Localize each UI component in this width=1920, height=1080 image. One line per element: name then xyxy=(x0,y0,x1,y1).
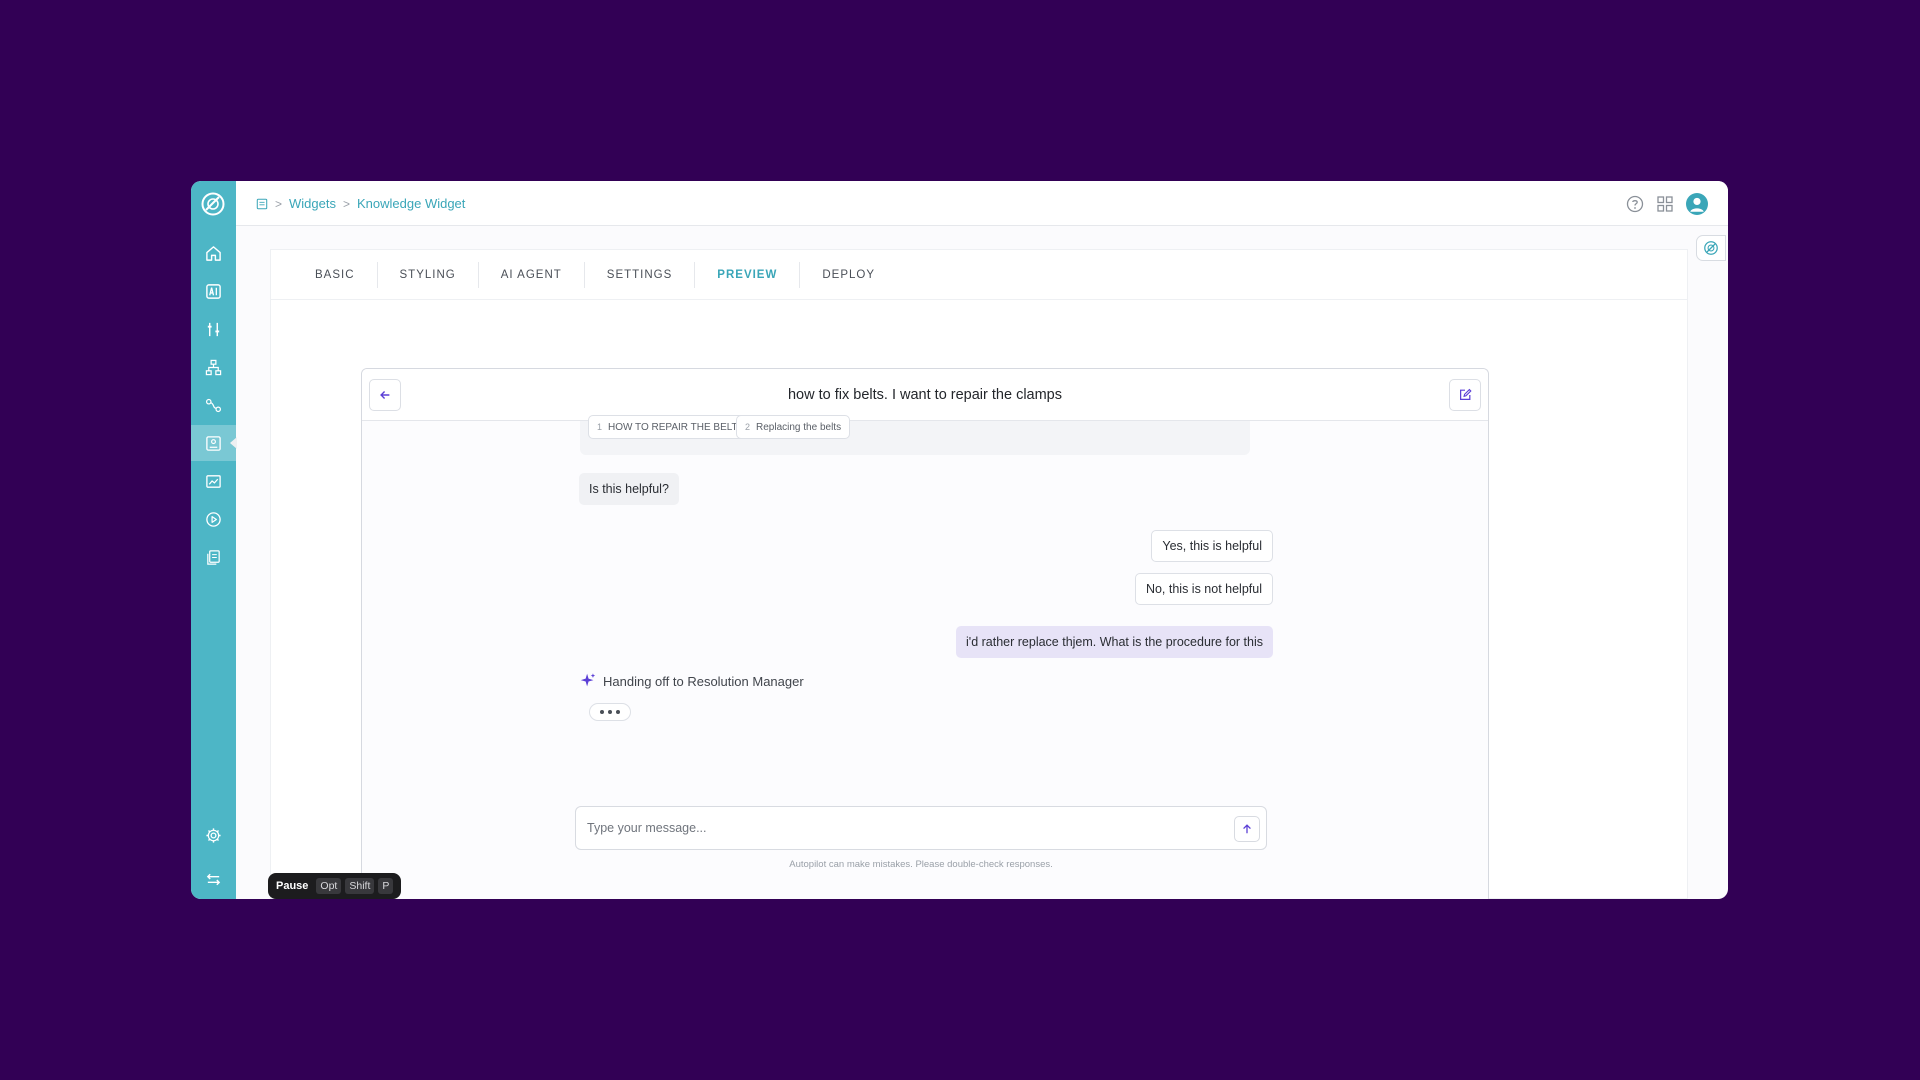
settings-icon xyxy=(206,827,221,843)
sidebar-item-home[interactable] xyxy=(191,235,236,271)
pause-label: Pause xyxy=(276,880,309,892)
bot-message-helpful-question: Is this helpful? xyxy=(579,473,679,505)
widget-icon xyxy=(206,435,221,451)
back-button[interactable] xyxy=(369,379,401,411)
option-yes-helpful[interactable]: Yes, this is helpful xyxy=(1151,530,1273,562)
source-chip[interactable]: 1 HOW TO REPAIR THE BELT xyxy=(588,415,747,439)
workflow-icon xyxy=(205,398,222,412)
breadcrumb-widgets[interactable]: Widgets xyxy=(289,196,336,211)
sidebar-item-workflow[interactable] xyxy=(191,387,236,423)
option-not-helpful[interactable]: No, this is not helpful xyxy=(1134,573,1273,605)
sidebar-item-ai[interactable] xyxy=(191,273,236,309)
chat-preview: how to fix belts. I want to repair the c… xyxy=(361,368,1489,899)
home-icon xyxy=(206,245,221,261)
tab-bar: BASIC STYLING AI AGENT SETTINGS PREVIEW … xyxy=(271,250,1687,300)
handoff-status: Handing off to Resolution Manager xyxy=(579,672,804,690)
sidebar-item-hierarchy[interactable] xyxy=(191,349,236,385)
breadcrumb: > Widgets > Knowledge Widget xyxy=(256,181,465,226)
top-right-actions xyxy=(1626,181,1708,226)
app-window: > Widgets > Knowledge Widget BASIC STYLI… xyxy=(191,181,1728,899)
play-icon xyxy=(206,511,221,527)
chevron-right-icon: > xyxy=(342,196,350,211)
sidebar-item-widgets[interactable] xyxy=(191,425,237,461)
disclaimer: Autopilot can make mistakes. Please doub… xyxy=(789,859,1053,870)
tab-settings[interactable]: SETTINGS xyxy=(585,261,696,288)
recording-shortcut-bar[interactable]: Pause Opt Shift P xyxy=(268,873,402,899)
sidebar-collapse-button[interactable] xyxy=(191,861,236,897)
ai-icon xyxy=(206,283,221,299)
tab-preview[interactable]: PREVIEW xyxy=(695,261,801,288)
tab-basic[interactable]: BASIC xyxy=(293,261,378,288)
top-bar: > Widgets > Knowledge Widget xyxy=(236,181,1728,226)
new-chat-button[interactable] xyxy=(1449,379,1481,411)
sliders-icon xyxy=(207,322,220,336)
chat-title: how to fix belts. I want to repair the c… xyxy=(787,387,1062,403)
user-message: i'd rather replace thjem. What is the pr… xyxy=(956,626,1273,658)
message-input[interactable] xyxy=(587,807,1187,849)
tab-ai-agent[interactable]: AI AGENT xyxy=(479,261,585,288)
documents-icon xyxy=(207,549,220,565)
logo-icon[interactable] xyxy=(200,191,226,217)
sidebar-item-settings[interactable] xyxy=(191,817,236,853)
send-button[interactable] xyxy=(1234,816,1260,842)
message-composer xyxy=(575,806,1267,850)
tab-styling[interactable]: STYLING xyxy=(378,261,479,288)
sparkle-icon xyxy=(580,673,596,687)
sidebar-item-play[interactable] xyxy=(191,501,236,537)
source-chip[interactable]: 2 Replacing the belts xyxy=(736,415,851,439)
analytics-icon xyxy=(206,474,221,488)
sidebar-item-analytics[interactable] xyxy=(191,463,236,499)
chat-header: how to fix belts. I want to repair the c… xyxy=(362,369,1488,421)
floating-logo-button[interactable] xyxy=(1696,235,1726,261)
sidebar xyxy=(191,181,237,899)
widget-icon[interactable] xyxy=(256,198,268,210)
help-icon[interactable] xyxy=(1626,195,1644,213)
hierarchy-icon xyxy=(205,359,222,375)
handoff-text: Handing off to Resolution Manager xyxy=(603,673,804,689)
shortcut-key: Shift xyxy=(345,878,375,894)
answer-sources: 1 HOW TO REPAIR THE BELT 2 Replacing the… xyxy=(580,415,1250,455)
sidebar-item-documents[interactable] xyxy=(191,539,236,575)
collapse-icon xyxy=(206,873,221,885)
chevron-right-icon: > xyxy=(275,196,283,211)
main-content: BASIC STYLING AI AGENT SETTINGS PREVIEW … xyxy=(270,249,1688,899)
back-arrow-icon xyxy=(380,391,390,399)
user-icon xyxy=(1690,197,1704,212)
edit-icon xyxy=(1460,388,1472,400)
tab-deploy[interactable]: DEPLOY xyxy=(800,262,897,288)
sidebar-item-tuning[interactable] xyxy=(191,311,236,347)
avatar[interactable] xyxy=(1686,192,1708,215)
typing-indicator xyxy=(589,703,631,721)
breadcrumb-knowledge-widget[interactable]: Knowledge Widget xyxy=(357,196,465,211)
shortcut-key: P xyxy=(378,878,394,894)
apps-grid-icon[interactable] xyxy=(1656,195,1674,213)
logo-icon xyxy=(1704,241,1718,255)
send-icon xyxy=(1243,824,1251,834)
shortcut-key: Opt xyxy=(316,878,342,894)
